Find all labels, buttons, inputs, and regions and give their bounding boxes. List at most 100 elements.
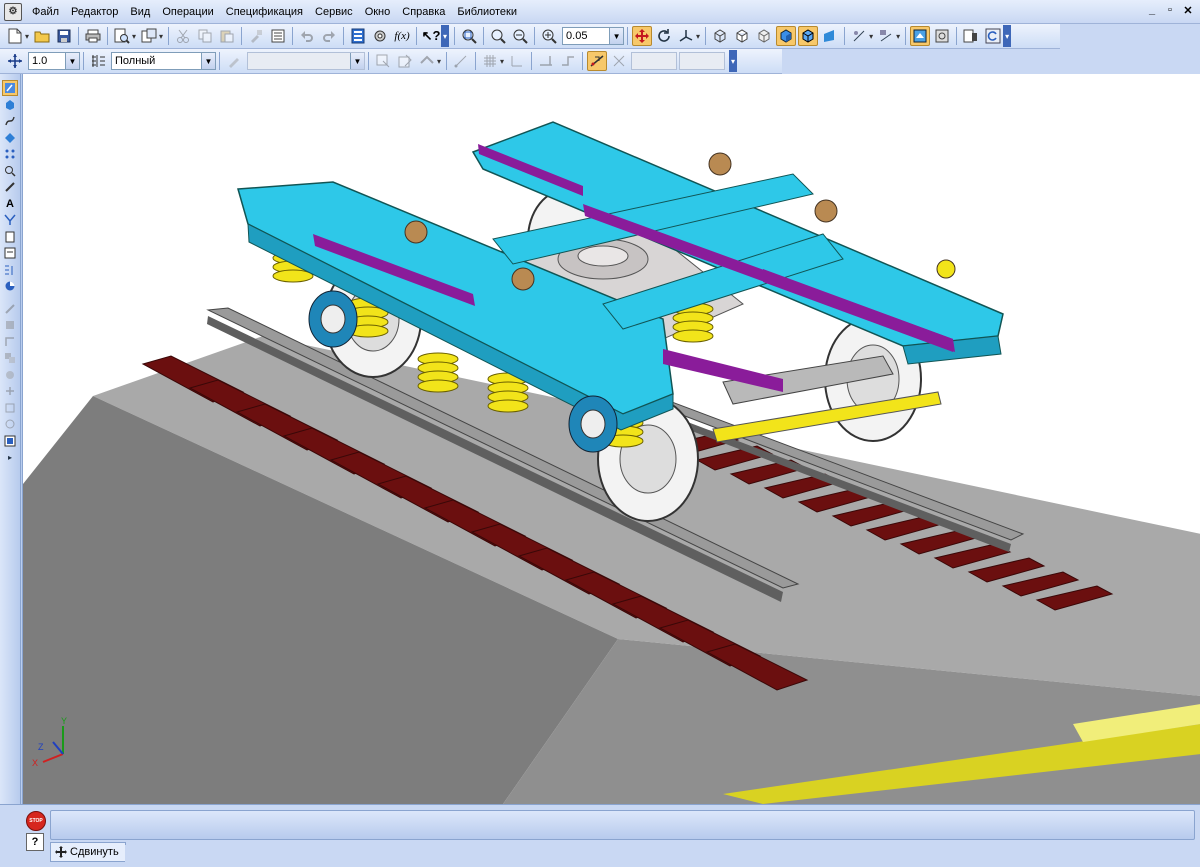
menu-libraries[interactable]: Библиотеки — [451, 0, 523, 24]
status-command-tab[interactable]: Сдвинуть — [50, 842, 126, 862]
specification-icon[interactable] — [2, 229, 18, 245]
variables-icon[interactable] — [370, 26, 390, 46]
model-viewport[interactable]: Y X Z — [22, 74, 1200, 804]
panel-expand-icon[interactable]: ▸ — [2, 449, 18, 465]
paste-icon[interactable] — [217, 26, 237, 46]
diagnostics-icon[interactable] — [2, 163, 18, 179]
component-icon[interactable] — [2, 433, 18, 449]
shaded-edges-icon[interactable] — [798, 26, 819, 46]
orientation-dropdown-icon[interactable]: ▾ — [696, 32, 700, 41]
refresh-icon[interactable] — [983, 26, 1003, 46]
zoom-window-icon[interactable] — [459, 26, 479, 46]
state-icon[interactable] — [224, 51, 244, 71]
model-tree-icon[interactable] — [348, 26, 368, 46]
open-folder-icon[interactable] — [32, 26, 52, 46]
show-axes-icon[interactable] — [849, 26, 869, 46]
menu-editor[interactable]: Редактор — [65, 0, 124, 24]
local-cs-icon[interactable] — [507, 51, 527, 71]
perspective-icon[interactable] — [820, 26, 840, 46]
measure-tools-icon[interactable] — [2, 262, 18, 278]
disabled-tool-icon[interactable] — [2, 367, 18, 383]
edit-part-icon[interactable] — [395, 51, 415, 71]
redo-icon[interactable] — [319, 26, 339, 46]
menu-help[interactable]: Справка — [396, 0, 451, 24]
state-combo[interactable]: ▼ — [247, 52, 365, 70]
coordinates-icon[interactable] — [609, 51, 629, 71]
step-cursor-icon[interactable] — [5, 51, 25, 71]
show-planes-icon[interactable] — [876, 26, 896, 46]
dimensions-icon[interactable]: A — [2, 196, 18, 212]
menu-specification[interactable]: Спецификация — [220, 0, 309, 24]
coord-y-field[interactable] — [679, 52, 726, 70]
disabled-tool-icon[interactable] — [2, 400, 18, 416]
menu-view[interactable]: Вид — [124, 0, 156, 24]
help-button[interactable]: ? — [26, 833, 44, 851]
editing-tools-icon[interactable] — [2, 80, 18, 96]
display-mode-combo[interactable]: Полный ▼ — [111, 52, 216, 70]
step-combo[interactable]: 1.0 ▼ — [28, 52, 80, 70]
chevron-down-icon[interactable]: ▼ — [609, 28, 624, 44]
new-dropdown-icon[interactable]: ▾ — [25, 32, 29, 41]
disabled-tool-icon[interactable] — [2, 416, 18, 432]
attach-icon[interactable] — [417, 51, 437, 71]
save-icon[interactable] — [54, 26, 74, 46]
manager-icon[interactable] — [139, 26, 159, 46]
grid-icon[interactable] — [480, 51, 500, 71]
library-icon[interactable] — [932, 26, 952, 46]
chevron-down-icon[interactable]: ▼ — [201, 53, 215, 69]
close-button[interactable]: ✕ — [1182, 4, 1194, 17]
coord-x-field[interactable] — [631, 52, 678, 70]
disabled-tool-icon[interactable] — [2, 301, 18, 317]
copy-icon[interactable] — [195, 26, 215, 46]
menu-window[interactable]: Окно — [359, 0, 397, 24]
reports-icon[interactable] — [2, 245, 18, 261]
solid-ops-icon[interactable] — [2, 97, 18, 113]
marking-icon[interactable] — [2, 212, 18, 228]
print-icon[interactable] — [83, 26, 103, 46]
disabled-tool-icon[interactable] — [2, 350, 18, 366]
toolbar-overflow-icon[interactable]: ▾ — [729, 50, 738, 72]
stop-button[interactable]: STOP — [26, 811, 46, 831]
hidden-thin-icon[interactable] — [754, 26, 774, 46]
sketch-icon[interactable] — [373, 51, 393, 71]
zoom-frame-icon[interactable] — [488, 26, 508, 46]
rebuild-icon[interactable] — [961, 26, 981, 46]
measure-icon[interactable] — [451, 51, 471, 71]
context-help-icon[interactable]: ↖? — [421, 26, 441, 46]
toolbar-overflow-icon[interactable]: ▾ — [1003, 25, 1012, 47]
restore-button[interactable]: ▫ — [1164, 4, 1176, 17]
zoom-dynamic-icon[interactable] — [510, 26, 530, 46]
binding-snap-icon[interactable] — [587, 51, 608, 71]
toolbar-overflow-icon[interactable]: ▾ — [441, 25, 450, 47]
aux-geometry-icon[interactable] — [2, 130, 18, 146]
layers-icon[interactable] — [910, 26, 931, 46]
surfaces-icon[interactable] — [2, 278, 18, 294]
minimize-button[interactable]: _ — [1146, 4, 1158, 17]
wireframe-icon[interactable] — [710, 26, 730, 46]
axes-dropdown-icon[interactable]: ▾ — [869, 32, 873, 41]
grid-settings-icon[interactable] — [88, 51, 108, 71]
disabled-tool-icon[interactable] — [2, 334, 18, 350]
undo-icon[interactable] — [297, 26, 317, 46]
sheet-metal-icon[interactable] — [2, 179, 18, 195]
format-brush-icon[interactable] — [246, 26, 266, 46]
app-menu-icon[interactable]: ⚙ — [4, 2, 22, 21]
menu-operations[interactable]: Операции — [156, 0, 219, 24]
zoom-scale-combo[interactable]: 0.05 ▼ — [562, 27, 625, 45]
cut-icon[interactable] — [173, 26, 193, 46]
planes-dropdown-icon[interactable]: ▾ — [896, 32, 900, 41]
menu-service[interactable]: Сервис — [309, 0, 359, 24]
new-document-icon[interactable] — [5, 26, 25, 46]
chevron-down-icon[interactable]: ▼ — [350, 53, 364, 69]
rotate-icon[interactable] — [654, 26, 674, 46]
hidden-lines-icon[interactable] — [732, 26, 752, 46]
attach-dropdown-icon[interactable]: ▾ — [437, 57, 441, 66]
manager-dropdown-icon[interactable]: ▾ — [159, 32, 163, 41]
disabled-tool-icon[interactable] — [2, 383, 18, 399]
shaded-icon[interactable] — [776, 26, 797, 46]
grid-dropdown-icon[interactable]: ▾ — [500, 57, 504, 66]
menu-file[interactable]: Файл — [26, 0, 65, 24]
chevron-down-icon[interactable]: ▼ — [65, 53, 79, 69]
orientation-icon[interactable] — [676, 26, 696, 46]
ortho-icon[interactable] — [536, 51, 556, 71]
